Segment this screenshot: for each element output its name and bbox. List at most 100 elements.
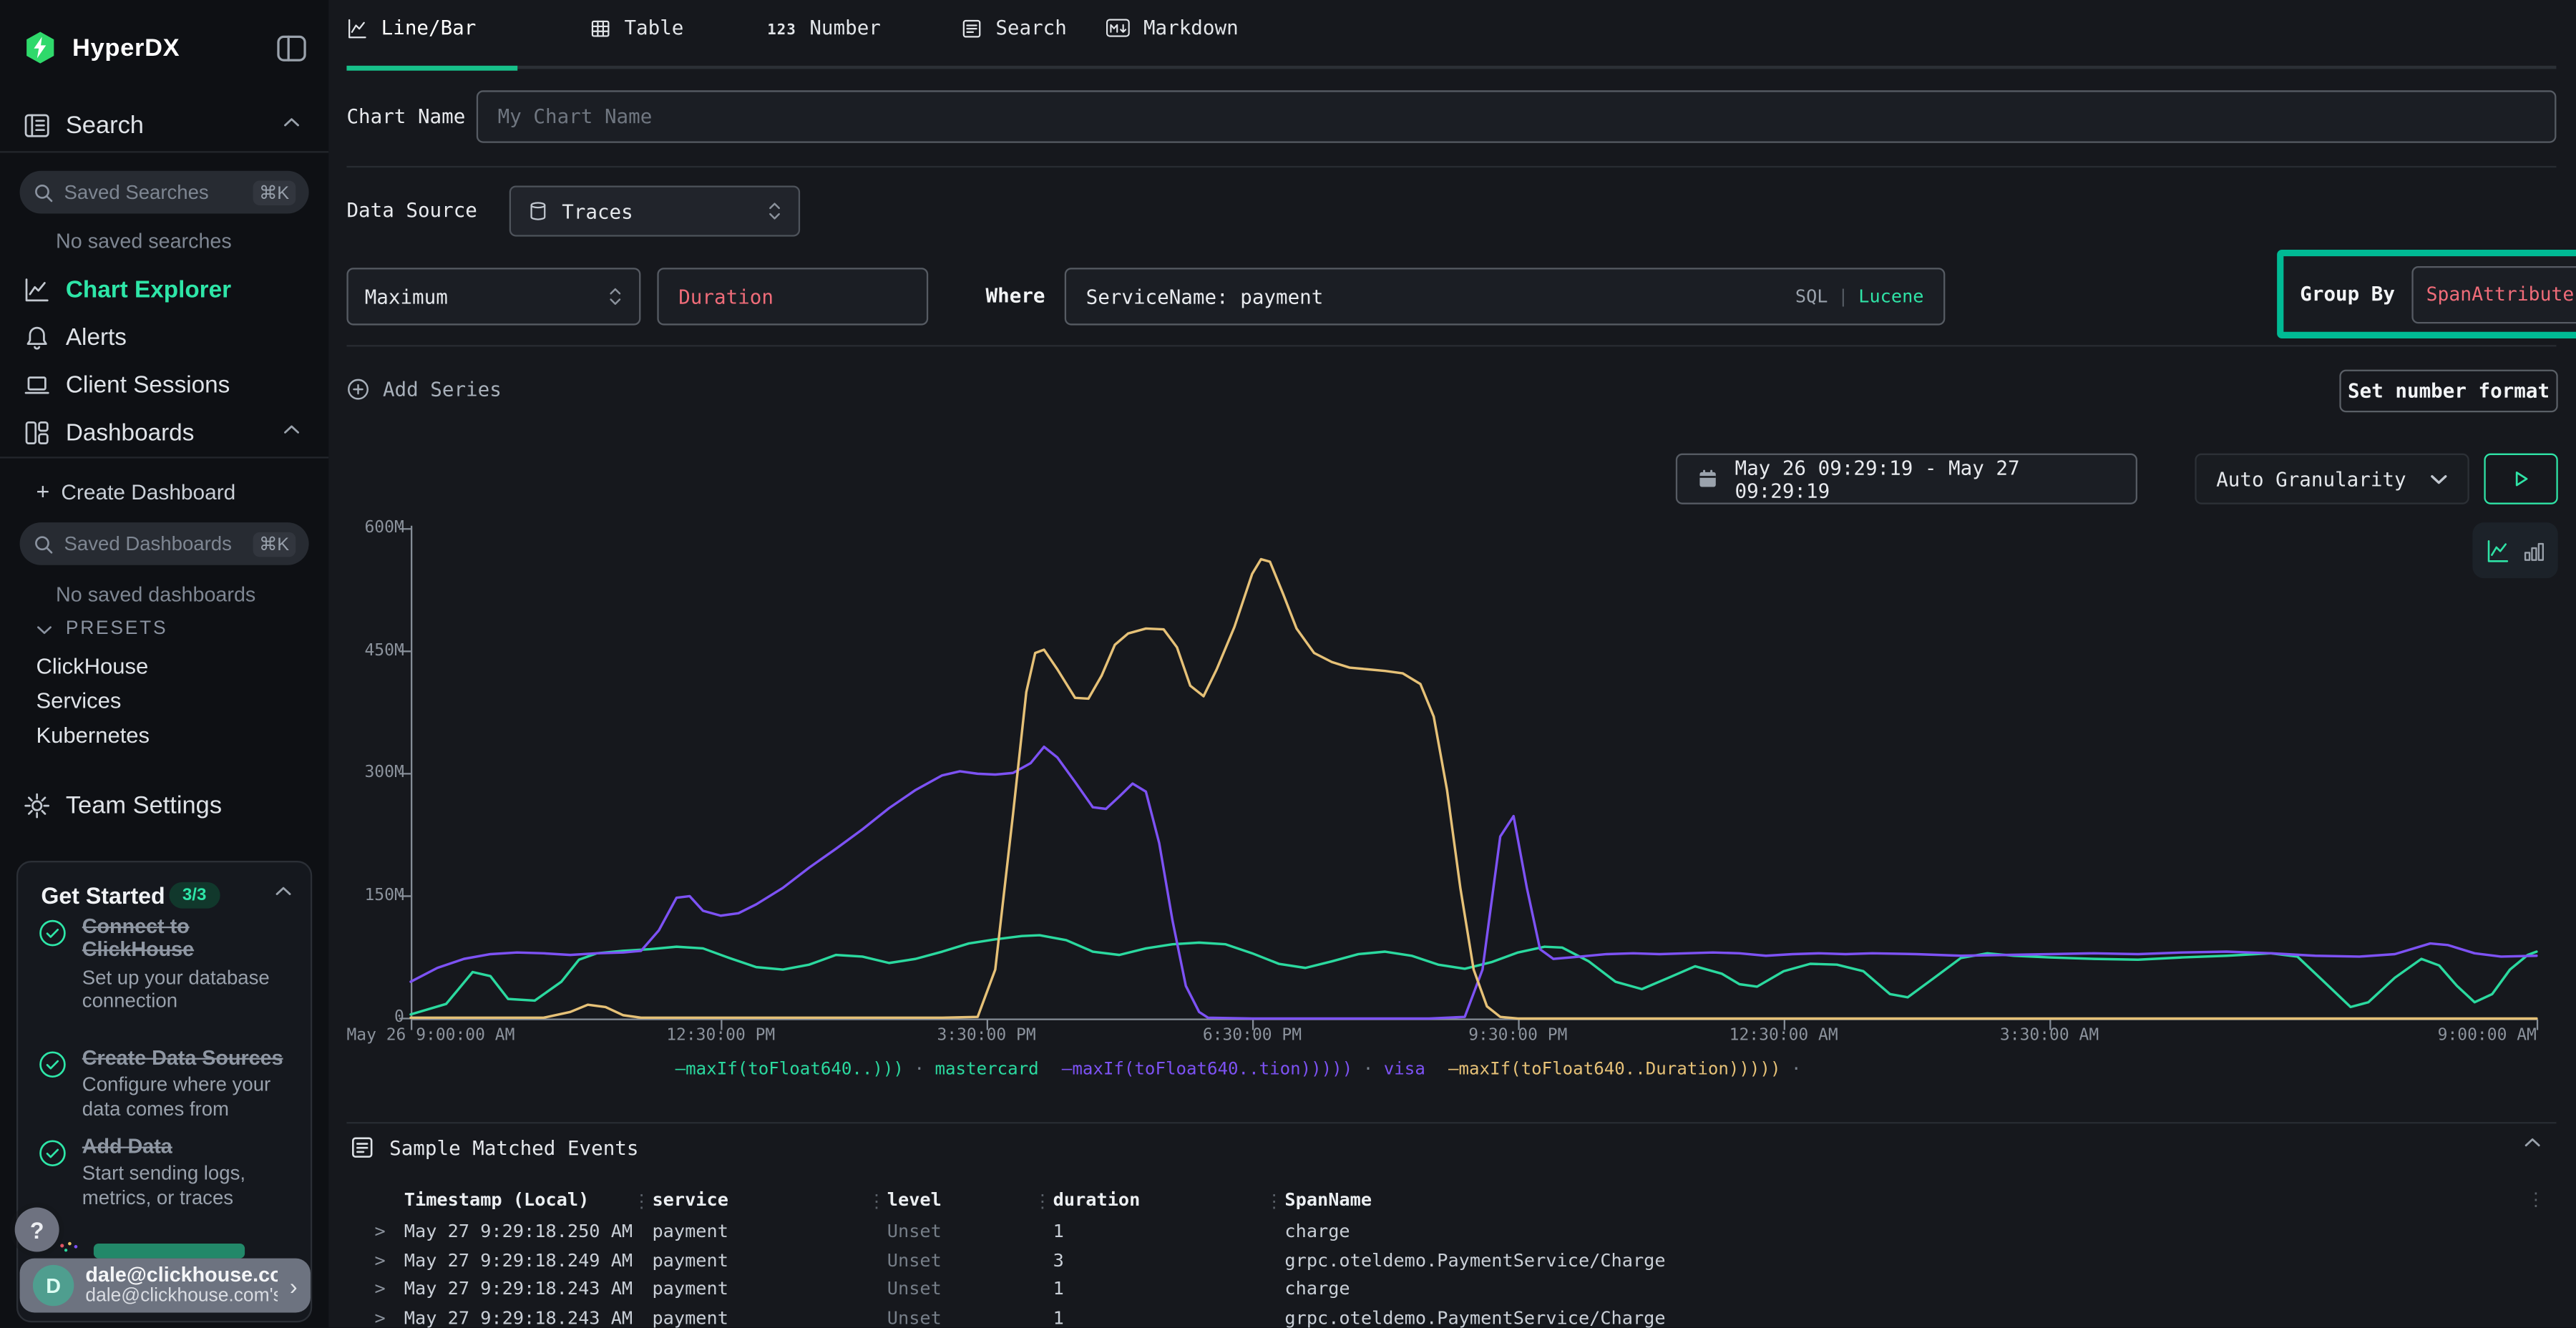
- get-started-item-subtitle: Set up your database connection: [82, 965, 298, 1012]
- column-header-timestamp-local-[interactable]: Timestamp (Local): [404, 1189, 590, 1211]
- table-cell[interactable]: Unset: [887, 1307, 942, 1328]
- sidebar-item-client-sessions[interactable]: Client Sessions: [23, 371, 230, 399]
- data-source-select[interactable]: Traces: [509, 185, 800, 236]
- sidebar-item-chart-explorer[interactable]: Chart Explorer: [23, 276, 231, 304]
- table-cell[interactable]: grpc.oteldemo.PaymentService/Charge: [1284, 1307, 1665, 1328]
- chevron-up-icon[interactable]: [283, 424, 301, 435]
- sidebar-section-search[interactable]: Search: [23, 112, 144, 140]
- table-cell[interactable]: May 27 9:29:18.250 AM: [404, 1221, 633, 1242]
- tab-number[interactable]: 123Number: [767, 16, 881, 53]
- legend-item[interactable]: —maxIf(toFloat640..))) · mastercard: [675, 1060, 1039, 1080]
- preset-services[interactable]: Services: [36, 688, 122, 713]
- column-header-duration[interactable]: duration: [1053, 1189, 1141, 1211]
- series-line: [411, 747, 2537, 1019]
- hyperdx-logo-icon: [23, 29, 57, 66]
- table-cell[interactable]: Unset: [887, 1221, 942, 1242]
- preset-clickhouse[interactable]: ClickHouse: [36, 654, 149, 678]
- preset-kubernetes[interactable]: Kubernetes: [36, 723, 150, 747]
- row-expand-icon[interactable]: >: [374, 1307, 385, 1328]
- sql-toggle[interactable]: SQL: [1795, 285, 1828, 307]
- tab-label: Table: [624, 16, 683, 39]
- table-cell[interactable]: May 27 9:29:18.243 AM: [404, 1278, 633, 1299]
- column-resize-handle[interactable]: ⋮: [1033, 1191, 1051, 1213]
- chevron-up-icon[interactable]: [274, 886, 292, 897]
- groupby-highlight-annotation: Group By SpanAttributes['app.payment.car…: [2277, 250, 2576, 338]
- gear-icon: [23, 792, 51, 820]
- saved-dashboards-input[interactable]: Saved Dashboards ⌘K: [20, 522, 309, 565]
- get-started-item[interactable]: Add DataStart sending logs, metrics, or …: [38, 1135, 298, 1209]
- table-cell[interactable]: payment: [652, 1307, 728, 1328]
- play-icon: [2512, 470, 2529, 488]
- column-resize-handle[interactable]: ⋮: [1265, 1191, 1283, 1213]
- set-number-format-button[interactable]: Set number format: [2339, 370, 2557, 413]
- add-series-button[interactable]: Add Series: [346, 378, 501, 401]
- where-label: Where: [986, 284, 1045, 307]
- plus-icon: +: [36, 478, 50, 504]
- row-expand-icon[interactable]: >: [374, 1221, 385, 1242]
- table-cell[interactable]: Unset: [887, 1278, 942, 1299]
- table-cell[interactable]: payment: [652, 1221, 728, 1242]
- table-cell[interactable]: charge: [1284, 1221, 1350, 1242]
- get-started-item[interactable]: Connect to ClickHouseSet up your databas…: [38, 915, 298, 1012]
- table-cell[interactable]: Unset: [887, 1249, 942, 1271]
- tab-line-bar[interactable]: Line/Bar: [346, 16, 476, 53]
- sidebar-item-label: Alerts: [66, 324, 127, 351]
- table-cell[interactable]: payment: [652, 1278, 728, 1299]
- bell-icon: [23, 323, 51, 351]
- tab-label: Number: [809, 16, 881, 39]
- list-icon: [961, 17, 982, 39]
- sample-events-header[interactable]: Sample Matched Events: [350, 1135, 638, 1159]
- sample-events-title: Sample Matched Events: [389, 1136, 638, 1159]
- x-axis-tick-label: 12:30:00 PM: [666, 1027, 775, 1045]
- table-cell[interactable]: 3: [1053, 1249, 1064, 1271]
- chevron-up-icon[interactable]: [283, 117, 301, 128]
- column-header-level[interactable]: level: [887, 1189, 942, 1211]
- where-input[interactable]: ServiceName: payment SQL | Lucene: [1065, 268, 1946, 325]
- table-cell[interactable]: 1: [1053, 1278, 1064, 1299]
- date-range-picker[interactable]: May 26 09:29:19 - May 27 09:29:19: [1676, 454, 2137, 504]
- get-started-item[interactable]: Create Data SourcesConfigure where your …: [38, 1047, 298, 1120]
- column-resize-handle[interactable]: ⋮: [633, 1191, 650, 1213]
- help-button[interactable]: ?: [15, 1208, 59, 1252]
- field-input[interactable]: Duration: [657, 268, 928, 325]
- hidden-item-text: [94, 1244, 245, 1259]
- column-header-spanname[interactable]: SpanName: [1284, 1189, 1372, 1211]
- row-expand-icon[interactable]: >: [374, 1278, 385, 1299]
- tab-markdown[interactable]: Markdown: [1106, 16, 1239, 53]
- row-expand-icon[interactable]: >: [374, 1249, 385, 1271]
- run-query-button[interactable]: [2484, 454, 2557, 504]
- table-cell[interactable]: 1: [1053, 1307, 1064, 1328]
- app-logo[interactable]: HyperDX: [23, 29, 180, 66]
- tab-table[interactable]: Table: [590, 16, 683, 53]
- markdown-icon: [1106, 18, 1130, 38]
- table-cell[interactable]: payment: [652, 1249, 728, 1271]
- lucene-toggle[interactable]: Lucene: [1858, 285, 1923, 307]
- collapse-sidebar-icon[interactable]: [276, 33, 308, 64]
- presets-group[interactable]: PRESETS: [36, 620, 168, 640]
- column-header-service[interactable]: service: [652, 1189, 728, 1211]
- legend-item[interactable]: —maxIf(toFloat640..tion))))) · visa: [1062, 1060, 1425, 1080]
- column-resize-handle[interactable]: ⋮: [867, 1191, 885, 1213]
- table-cell[interactable]: May 27 9:29:18.243 AM: [404, 1307, 633, 1328]
- legend-item[interactable]: —maxIf(toFloat640..Duration))))) ·: [1448, 1060, 1802, 1080]
- tab-search[interactable]: Search: [961, 16, 1067, 53]
- get-started-progress-badge: 3/3: [169, 882, 219, 909]
- sidebar-item-dashboards[interactable]: Dashboards: [23, 419, 194, 446]
- x-axis-tick-label: 3:30:00 PM: [937, 1027, 1035, 1045]
- user-menu[interactable]: D dale@clickhouse.com dale@clickhouse.co…: [20, 1259, 311, 1313]
- sidebar-item-alerts[interactable]: Alerts: [23, 323, 127, 351]
- create-dashboard-button[interactable]: + Create Dashboard: [36, 478, 236, 504]
- table-cell[interactable]: charge: [1284, 1278, 1350, 1299]
- group-by-input[interactable]: SpanAttributes['app.payment.card_type']: [2411, 265, 2576, 323]
- table-cell[interactable]: grpc.oteldemo.PaymentService/Charge: [1284, 1249, 1665, 1271]
- table-menu-icon[interactable]: ⋮: [2527, 1189, 2545, 1211]
- granularity-select[interactable]: Auto Granularity: [2195, 454, 2469, 504]
- sidebar-item-team-settings[interactable]: Team Settings: [23, 792, 222, 820]
- saved-searches-input[interactable]: Saved Searches ⌘K: [20, 171, 309, 214]
- chart-name-input[interactable]: My Chart Name: [477, 90, 2557, 142]
- aggregation-select[interactable]: Maximum: [346, 268, 640, 325]
- chevron-up-icon[interactable]: [2524, 1137, 2542, 1148]
- table-cell[interactable]: 1: [1053, 1221, 1064, 1242]
- shortcut-badge: ⌘K: [253, 532, 296, 556]
- table-cell[interactable]: May 27 9:29:18.249 AM: [404, 1249, 633, 1271]
